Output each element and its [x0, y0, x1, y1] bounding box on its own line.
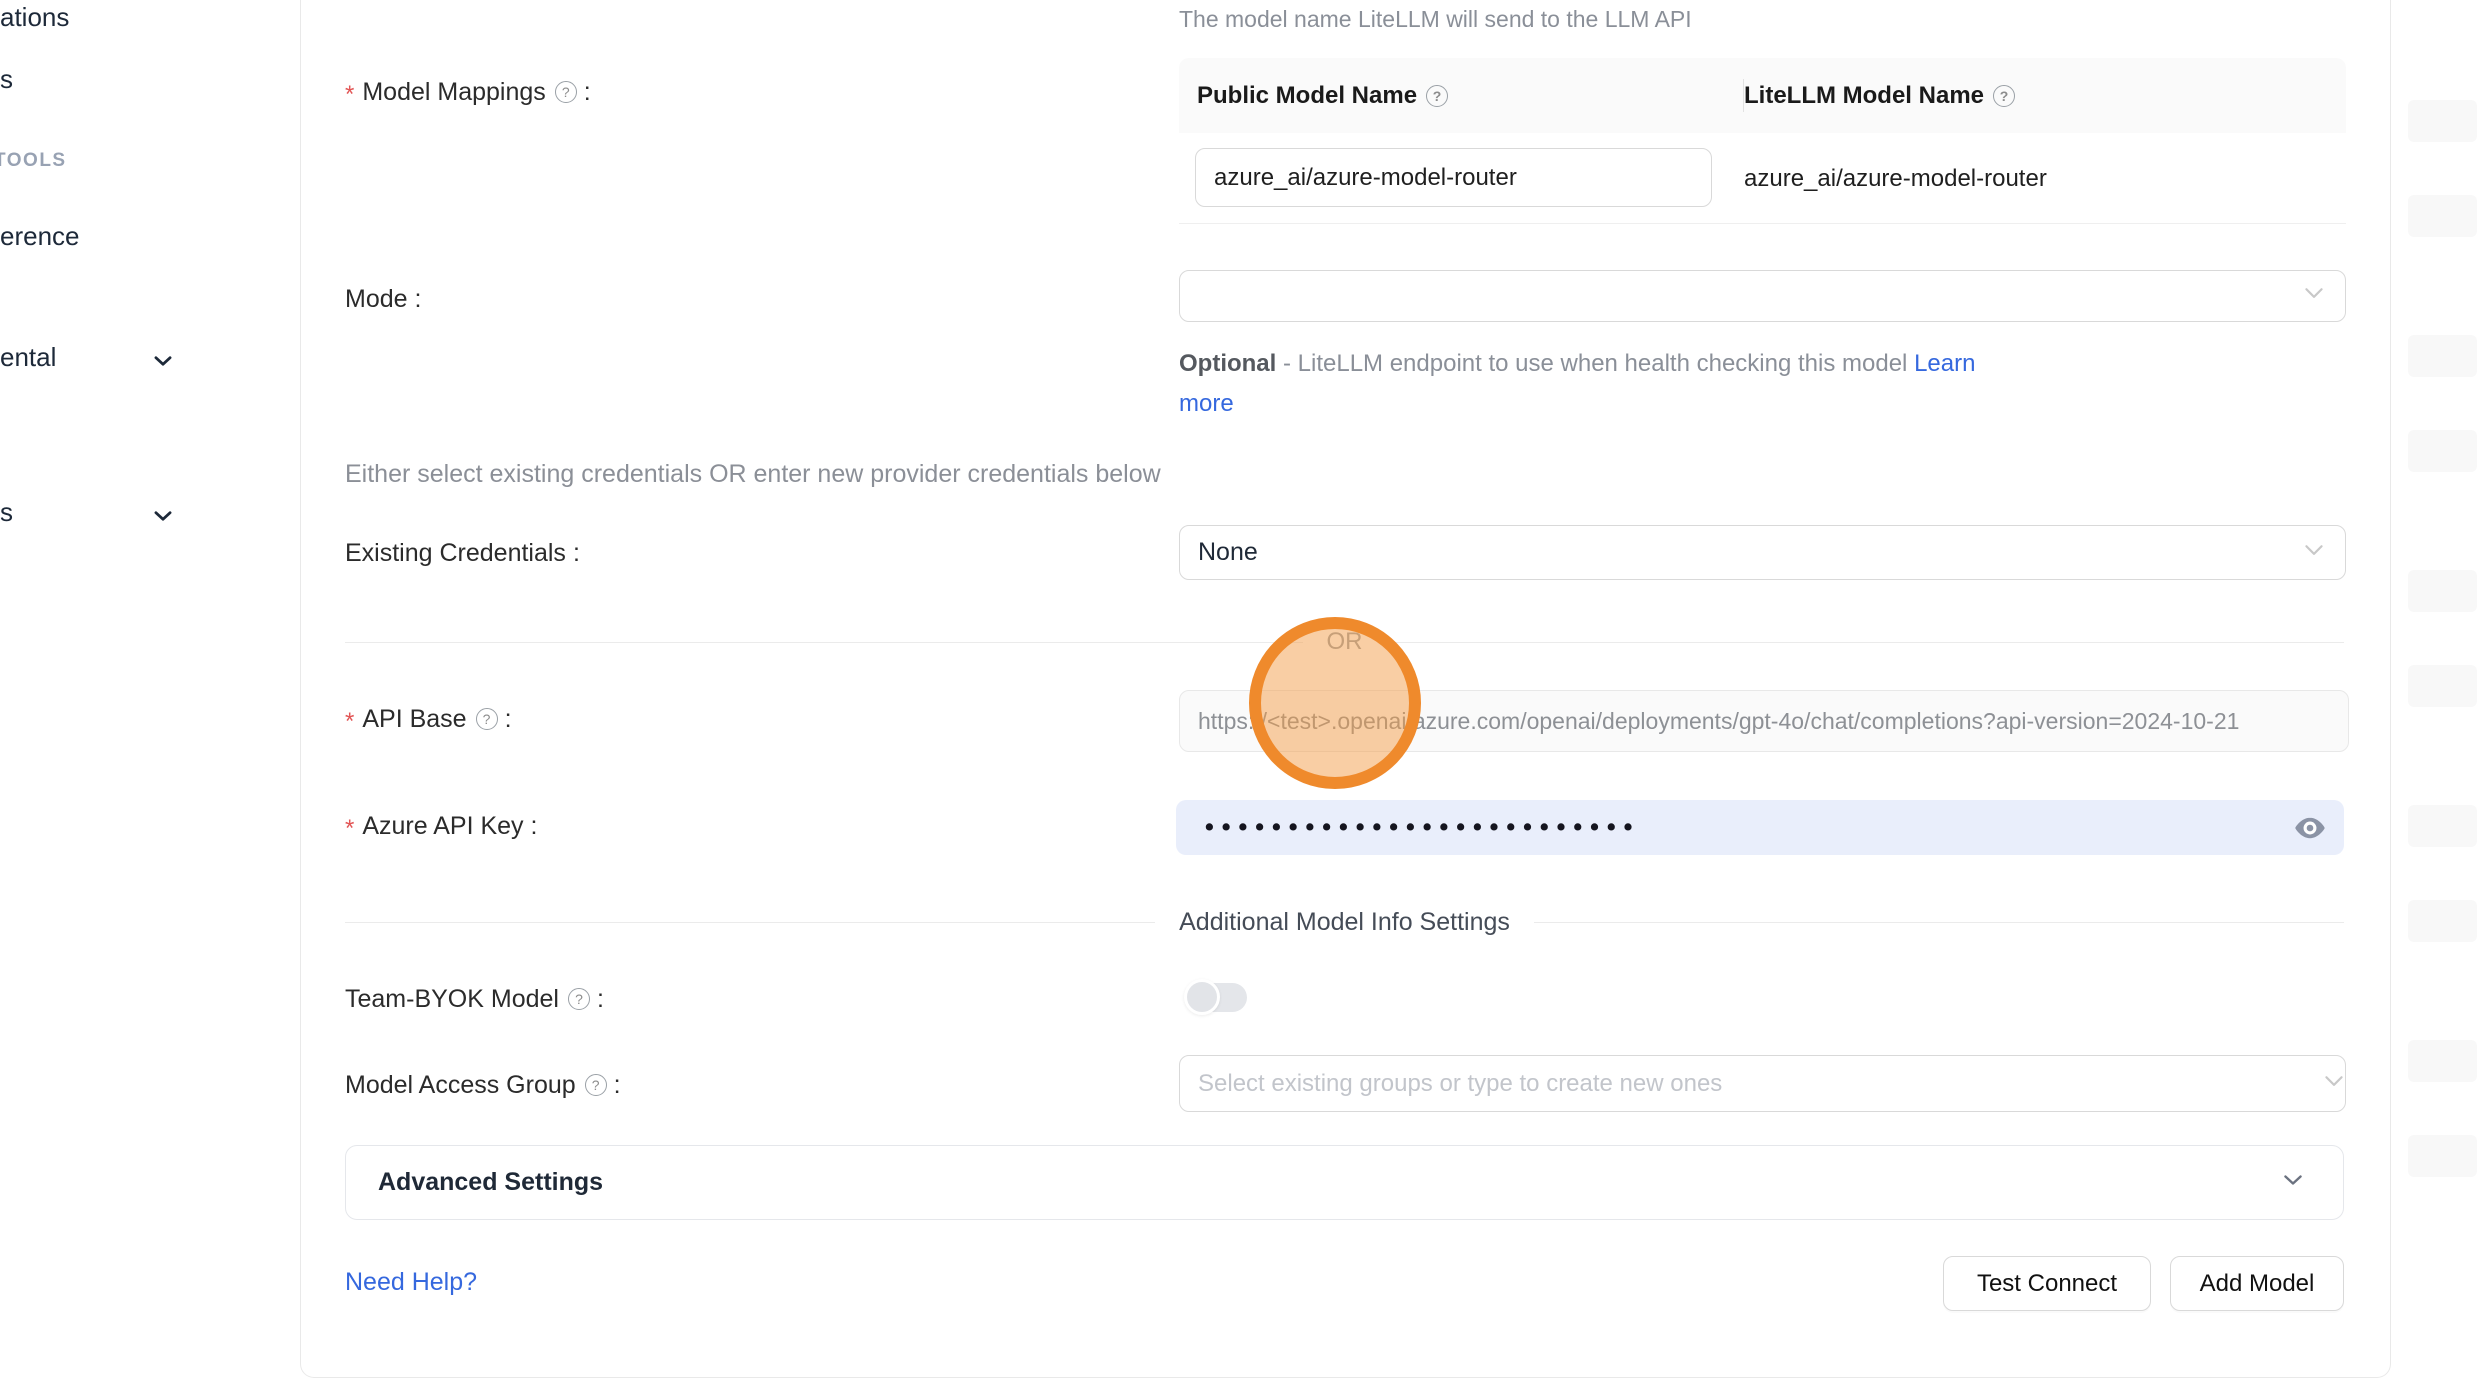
need-help-link[interactable]: Need Help?: [345, 1268, 477, 1297]
existing-credentials-label-text: Existing Credentials: [345, 539, 566, 568]
model-access-group-label-text: Model Access Group: [345, 1071, 576, 1100]
skeleton-bar: [2408, 900, 2477, 942]
sidebar-section-tools: TOOLS: [0, 150, 67, 172]
api-base-label: * API Base ? :: [345, 703, 512, 735]
toggle-knob: [1184, 979, 1220, 1015]
skeleton-bar: [2408, 665, 2477, 707]
or-divider-text: OR: [1327, 628, 1363, 656]
model-name-hint: The model name LiteLLM will send to the …: [1179, 6, 1692, 33]
sidebar-item-ations[interactable]: ations: [0, 2, 69, 33]
chevron-down-icon: [2279, 1166, 2307, 1199]
advanced-settings-title: Advanced Settings: [378, 1168, 2279, 1197]
model-access-group-label: Model Access Group ? :: [345, 1069, 621, 1101]
additional-settings-divider-text: Additional Model Info Settings: [1179, 908, 1510, 937]
chevron-down-icon: [2301, 536, 2327, 569]
team-byok-toggle[interactable]: [1187, 983, 1247, 1012]
mode-hint-bold: Optional: [1179, 350, 1276, 377]
colon: :: [573, 539, 580, 568]
colon: :: [597, 985, 604, 1014]
advanced-settings-panel[interactable]: Advanced Settings: [345, 1145, 2344, 1220]
help-icon[interactable]: ?: [1993, 85, 2015, 107]
colon: :: [584, 78, 591, 107]
help-glyph: ?: [562, 84, 570, 100]
colon: :: [415, 285, 422, 314]
team-byok-label: Team-BYOK Model ? :: [345, 983, 604, 1015]
skeleton-bar: [2408, 1135, 2477, 1177]
help-glyph: ?: [592, 1077, 600, 1093]
additional-settings-divider: Additional Model Info Settings: [345, 907, 2344, 937]
help-glyph: ?: [575, 991, 583, 1007]
required-marker: *: [345, 708, 354, 736]
help-icon[interactable]: ?: [585, 1074, 607, 1096]
existing-credentials-value: None: [1198, 538, 1258, 567]
divider-line: [1387, 642, 2345, 643]
chevron-down-icon: [2321, 1068, 2347, 1099]
mode-hint-text: - LiteLLM endpoint to use when health ch…: [1283, 350, 1907, 377]
existing-credentials-select[interactable]: None: [1179, 525, 2346, 580]
skeleton-bar: [2408, 430, 2477, 472]
azure-api-key-label: * Azure API Key :: [345, 810, 538, 842]
eye-icon[interactable]: [2292, 810, 2328, 846]
help-icon[interactable]: ?: [1426, 85, 1448, 107]
required-marker: *: [345, 81, 354, 109]
chevron-down-icon[interactable]: [150, 503, 176, 534]
sidebar-item-ental[interactable]: ental: [0, 342, 56, 373]
skeleton-bar: [2408, 570, 2477, 612]
model-mappings-table-header: Public Model Name ? LiteLLM Model Name ?: [1179, 58, 2346, 133]
model-mappings-label: * Model Mappings ? :: [345, 76, 591, 108]
existing-credentials-label: Existing Credentials :: [345, 537, 580, 569]
mode-select[interactable]: [1179, 270, 2346, 322]
divider-line: [345, 922, 1155, 923]
add-model-button[interactable]: Add Model: [2170, 1256, 2344, 1311]
skeleton-bar: [2408, 100, 2477, 142]
colon: :: [505, 705, 512, 734]
chevron-down-icon: [2301, 280, 2327, 313]
mode-hint: Optional - LiteLLM endpoint to use when …: [1179, 344, 2024, 424]
help-icon[interactable]: ?: [476, 708, 498, 730]
skeleton-bar: [2408, 195, 2477, 237]
model-mappings-table: Public Model Name ? LiteLLM Model Name ?…: [1179, 58, 2346, 224]
skeleton-bar: [2408, 805, 2477, 847]
colon: :: [614, 1071, 621, 1100]
skeleton-bar: [2408, 1040, 2477, 1082]
mode-label-text: Mode: [345, 285, 408, 314]
help-glyph: ?: [1433, 88, 1442, 104]
help-icon[interactable]: ?: [555, 81, 577, 103]
sidebar-item-erence[interactable]: erence: [0, 221, 80, 252]
help-glyph: ?: [483, 711, 491, 727]
litellm-model-name-header-text: LiteLLM Model Name: [1744, 82, 1984, 110]
team-byok-label-text: Team-BYOK Model: [345, 985, 559, 1014]
masked-api-key-value: ••••••••••••••••••••••••••: [1202, 800, 1637, 855]
divider-line: [345, 642, 1303, 643]
divider-line: [1534, 922, 2344, 923]
sidebar: ations s TOOLS erence ental s: [0, 0, 300, 1385]
column-header-litellm-model-name: LiteLLM Model Name ?: [1744, 58, 2346, 133]
help-glyph: ?: [2000, 88, 2009, 104]
credentials-note: Either select existing credentials OR en…: [345, 460, 1161, 489]
api-base-label-text: API Base: [362, 705, 466, 734]
test-connect-button[interactable]: Test Connect: [1943, 1256, 2151, 1311]
colon: :: [531, 812, 538, 841]
model-mappings-label-text: Model Mappings: [362, 78, 545, 107]
table-row: azure_ai/azure-model-router: [1179, 133, 2346, 224]
add-model-form-panel: The model name LiteLLM will send to the …: [300, 0, 2391, 1378]
sidebar-item-s2[interactable]: s: [0, 497, 13, 528]
skeleton-bar: [2408, 335, 2477, 377]
azure-api-key-input[interactable]: ••••••••••••••••••••••••••: [1176, 800, 2344, 855]
chevron-down-icon[interactable]: [150, 348, 176, 379]
column-header-public-model-name: Public Model Name ?: [1179, 58, 1744, 133]
required-marker: *: [345, 815, 354, 843]
sidebar-item-s1[interactable]: s: [0, 64, 13, 95]
public-model-name-input[interactable]: [1195, 148, 1712, 207]
background-skeleton: [2400, 0, 2477, 1385]
litellm-model-name-value: azure_ai/azure-model-router: [1744, 133, 2047, 224]
azure-api-key-label-text: Azure API Key: [362, 812, 523, 841]
api-base-input[interactable]: https://<test>.openai.azure.com/openai/d…: [1179, 690, 2349, 752]
public-model-name-header-text: Public Model Name: [1197, 82, 1417, 110]
model-access-group-input[interactable]: [1179, 1055, 2346, 1112]
or-divider: OR: [345, 627, 2344, 657]
mode-label: Mode :: [345, 283, 422, 315]
help-icon[interactable]: ?: [568, 988, 590, 1010]
